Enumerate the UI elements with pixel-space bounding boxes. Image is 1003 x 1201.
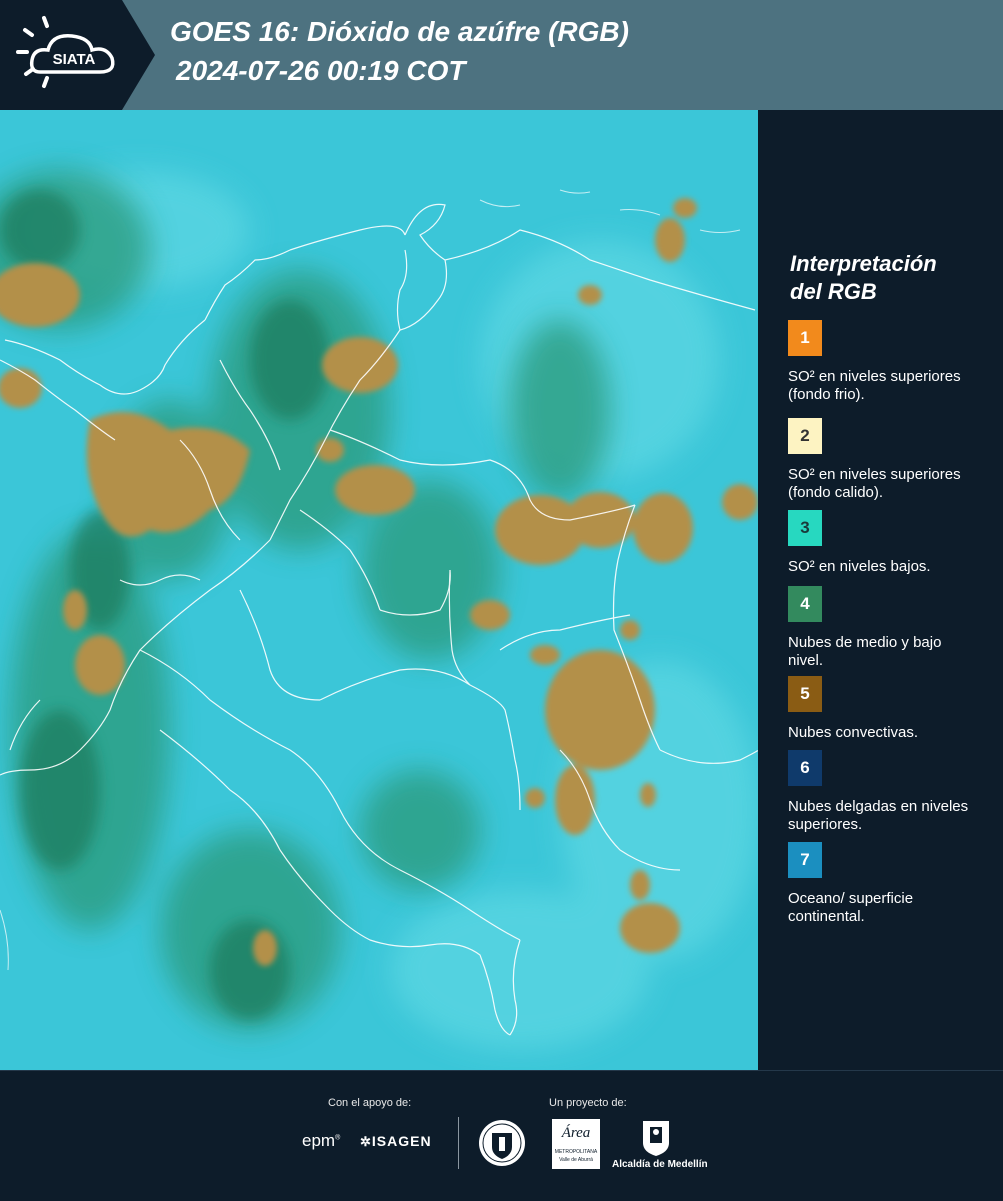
isagen-logo: ✲ISAGEN xyxy=(360,1133,432,1149)
legend-label-5: Nubes convectivas. xyxy=(788,724,919,741)
legend-swatch-1: 1 xyxy=(788,320,822,356)
legend-panel: Interpretación del RGB 1 SO² en niveles … xyxy=(762,110,1003,1070)
legend-item-3: 3 SO² en niveles bajos. xyxy=(788,510,988,576)
legend-item-2: 2 SO² en niveles superiores (fondo calid… xyxy=(788,418,988,510)
isagen-mark-icon: ✲ xyxy=(360,1134,372,1149)
legend-item-1: 1 SO² en niveles superiores (fondo frio)… xyxy=(788,320,988,404)
legend-swatch-6: 6 xyxy=(788,750,822,786)
legend-label-3: SO² en niveles bajos. xyxy=(788,558,931,575)
legend-swatch-2: 2 xyxy=(788,418,822,454)
alcaldia-label: Alcaldía de Medellín xyxy=(612,1159,708,1170)
legend-item-6: 6 Nubes delgadas en niveles superiores. xyxy=(788,750,988,834)
legend-label-1: SO² en niveles superiores (fondo frio). xyxy=(788,368,961,403)
legend-label-7: Oceano/ superficie continental. xyxy=(788,890,914,925)
footer: Con el apoyo de: Un proyecto de: epm® ✲I… xyxy=(0,1070,1003,1201)
satellite-map xyxy=(0,110,758,1070)
siata-logo: SIATA xyxy=(0,0,155,110)
legend-label-2: SO² en niveles superiores (fondo calido)… xyxy=(788,466,961,501)
support-label: Con el apoyo de: xyxy=(328,1097,412,1109)
legend-swatch-4: 4 xyxy=(788,586,822,622)
legend-swatch-7: 7 xyxy=(788,842,822,878)
legend-title: Interpretación del RGB xyxy=(790,250,990,306)
project-label: Un proyecto de: xyxy=(549,1097,627,1109)
legend-item-7: 7 Oceano/ superficie continental. xyxy=(788,842,988,926)
legend-label-6: Nubes delgadas en niveles superiores. xyxy=(788,798,969,833)
medellin-seal-icon xyxy=(478,1119,526,1172)
timestamp: 2024-07-26 00:19 COT xyxy=(176,55,466,86)
alcaldia-shield-icon xyxy=(641,1119,671,1162)
legend-item-4: 4 Nubes de medio y bajo nivel. xyxy=(788,586,988,670)
legend-swatch-5: 5 xyxy=(788,676,822,712)
legend-item-5: 5 Nubes convectivas. xyxy=(788,676,988,742)
footer-divider xyxy=(458,1117,459,1169)
area-metropolitana-logo: Área METROPOLITANA Valle de Aburrá xyxy=(552,1119,600,1169)
legend-label-4: Nubes de medio y bajo nivel. xyxy=(788,634,942,669)
epm-logo: epm® xyxy=(302,1131,341,1150)
legend-title-line2: del RGB xyxy=(790,279,877,304)
header-bar: SIATA GOES 16: Dióxido de azúfre (RGB) 2… xyxy=(0,0,1003,110)
legend-swatch-3: 3 xyxy=(788,510,822,546)
page-title: GOES 16: Dióxido de azúfre (RGB) xyxy=(170,16,629,47)
legend-title-line1: Interpretación xyxy=(790,251,937,276)
logo-text: SIATA xyxy=(53,51,96,68)
